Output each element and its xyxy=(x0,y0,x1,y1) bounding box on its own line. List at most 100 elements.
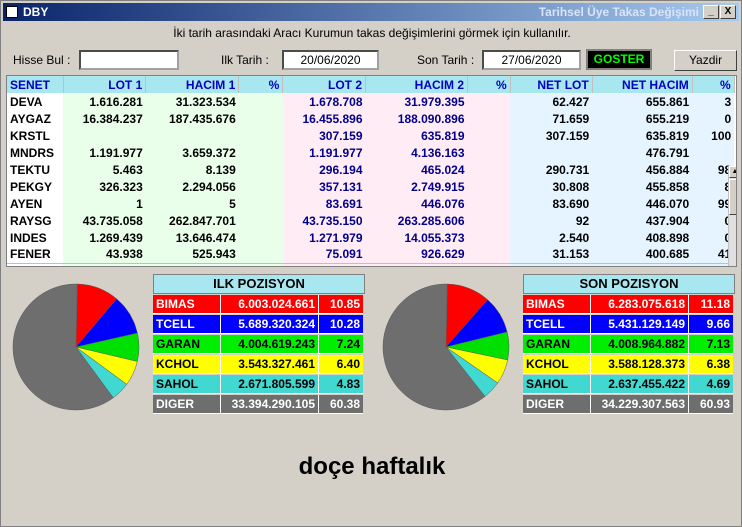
minimize-button[interactable]: _ xyxy=(703,5,719,19)
table-cell: 43.735.058 xyxy=(63,212,146,229)
position-pct: 60.93 xyxy=(689,395,733,414)
table-cell: TEKTU xyxy=(10,162,50,177)
scroll-up-arrow-icon[interactable]: ▲ xyxy=(729,166,736,178)
table-cell: 43.938 xyxy=(63,246,146,263)
close-button[interactable]: X xyxy=(720,5,736,19)
table-cell: 400.685 xyxy=(592,246,693,263)
position-name: BIMAS xyxy=(523,295,591,314)
table-cell xyxy=(692,144,735,161)
ilk-tarih-input[interactable]: 20/06/2020 xyxy=(282,50,379,70)
position-value: 6.283.075.618 xyxy=(591,295,689,314)
title-bar: DBY Tarihsel Üye Takas Değişimi _ X xyxy=(3,3,739,21)
yazdir-button[interactable]: Yazdir xyxy=(674,50,737,71)
table-row[interactable]: MNDRS 1.191.977 3.659.372 1.191.977 4.136.16… xyxy=(7,144,735,161)
takas-table: SENET LOT 1 HACIM 1 % LOT 2 HACIM 2 % NE… xyxy=(6,75,737,267)
col-header-netlot[interactable]: NET LOT xyxy=(510,76,593,93)
position-pct: 11.18 xyxy=(689,295,733,314)
table-cell: 1.678.708 xyxy=(282,93,366,110)
table-cell: 43.735.150 xyxy=(282,212,366,229)
table-row[interactable]: DEVA 1.616.281 31.323.534 1.678.708 31.979.3… xyxy=(7,93,735,110)
position-value: 3.543.327.461 xyxy=(221,355,319,374)
position-name: DIGER xyxy=(523,395,591,414)
table-cell: 456.884 xyxy=(592,161,693,178)
son-pozisyon-table: BIMAS 6.283.075.618 11.18 TCELL 5.431.129.14… xyxy=(523,294,733,415)
table-cell xyxy=(467,93,511,110)
table-row[interactable]: RAYSG 43.735.058 262.847.701 43.735.150 263.… xyxy=(7,212,735,229)
position-name: KCHOL xyxy=(523,355,591,374)
table-cell: 455.858 xyxy=(592,178,693,195)
ilk-pozisyon-table: BIMAS 6.003.024.661 10.85 TCELL 5.689.320.32… xyxy=(153,294,363,415)
position-name: SAHOL xyxy=(523,375,591,394)
position-pct: 10.85 xyxy=(319,295,363,314)
table-cell: 5 xyxy=(145,195,239,212)
position-value: 4.008.964.882 xyxy=(591,335,689,354)
table-header-row: SENET LOT 1 HACIM 1 % LOT 2 HACIM 2 % NE… xyxy=(7,76,735,93)
table-cell: 1.269.439 xyxy=(63,229,146,246)
position-row: BIMAS 6.003.024.661 10.85 xyxy=(153,295,363,314)
app-icon xyxy=(6,6,18,18)
position-value: 6.003.024.661 xyxy=(221,295,319,314)
table-cell: 307.159 xyxy=(282,127,366,144)
position-row: SAHOL 2.637.455.422 4.69 xyxy=(523,375,733,394)
table-cell: 188.090.896 xyxy=(365,110,468,127)
col-header-pct1[interactable]: % xyxy=(238,76,284,93)
position-pct: 6.38 xyxy=(689,355,733,374)
table-cell: 655.861 xyxy=(592,93,693,110)
table-row[interactable]: PEKGY 326.323 2.294.056 357.131 2.749.915 30.… xyxy=(7,178,735,195)
position-value: 5.431.129.149 xyxy=(591,315,689,334)
table-row[interactable]: FENER 43.938 525.943 75.091 926.629 31.153 400… xyxy=(7,246,735,263)
table-row[interactable]: KRSTL 307.159 635.819 307.159 635.819 100 xyxy=(7,127,735,144)
col-header-hacim1[interactable]: HACIM 1 xyxy=(145,76,240,93)
table-cell: 16.384.237 xyxy=(63,110,146,127)
hisse-search-input[interactable] xyxy=(79,50,179,70)
table-cell: 62.427 xyxy=(510,93,593,110)
position-name: SAHOL xyxy=(153,375,221,394)
table-cell xyxy=(467,127,511,144)
table-cell: 0 xyxy=(692,110,735,127)
table-cell: AYGAZ xyxy=(10,111,51,126)
table-cell: MNDRS xyxy=(10,145,54,160)
son-tarih-input[interactable]: 27/06/2020 xyxy=(482,50,581,70)
table-cell: 446.076 xyxy=(365,195,468,212)
table-cell: PEKGY xyxy=(10,179,53,194)
goster-button[interactable]: GOSTER xyxy=(586,49,652,70)
table-row[interactable]: AYGAZ 16.384.237 187.435.676 16.455.896 188.… xyxy=(7,110,735,127)
table-cell: 476.791 xyxy=(592,144,693,161)
col-header-pct3[interactable]: % xyxy=(692,76,735,93)
col-header-hacim2[interactable]: HACIM 2 xyxy=(365,76,468,93)
table-cell: 8.139 xyxy=(145,161,239,178)
son-pozisyon-pie xyxy=(382,283,510,411)
table-row[interactable]: AYEN 1 5 83.691 446.076 83.690 446.070 99 xyxy=(7,195,735,212)
table-cell: 100 xyxy=(692,127,735,144)
table-cell xyxy=(238,195,283,212)
table-cell xyxy=(238,127,283,144)
table-row[interactable]: INDES 1.269.439 13.646.474 1.271.979 14.055.… xyxy=(7,229,735,246)
table-cell: RAYSG xyxy=(10,213,52,228)
table-cell: FENER xyxy=(10,247,51,262)
col-header-lot1[interactable]: LOT 1 xyxy=(63,76,147,93)
table-cell xyxy=(238,110,283,127)
col-header-lot2[interactable]: LOT 2 xyxy=(282,76,366,93)
table-row[interactable]: TEKTU 5.463 8.139 296.194 465.024 290.731 456.… xyxy=(7,161,735,178)
hisse-label: Hisse Bul : xyxy=(13,53,71,67)
table-scrollbar[interactable]: ▲ ▼ xyxy=(728,166,736,266)
table-cell xyxy=(467,144,511,161)
position-name: DIGER xyxy=(153,395,221,414)
table-cell: INDES xyxy=(10,230,47,245)
col-header-senet[interactable]: SENET xyxy=(7,76,64,93)
position-value: 5.689.320.324 xyxy=(221,315,319,334)
total-cell xyxy=(510,262,593,266)
table-cell xyxy=(238,246,283,263)
col-header-nethacim[interactable]: NET HACIM xyxy=(592,76,693,93)
position-name: BIMAS xyxy=(153,295,221,314)
table-cell xyxy=(467,246,511,263)
scroll-thumb[interactable] xyxy=(729,179,736,215)
total-cell: 100,00 xyxy=(238,262,283,266)
position-name: GARAN xyxy=(523,335,591,354)
son-pozisyon-title: SON POZISYON xyxy=(523,274,735,294)
table-cell: KRSTL xyxy=(10,128,50,143)
position-name: KCHOL xyxy=(153,355,221,374)
position-value: 34.229.307.563 xyxy=(591,395,689,414)
position-value: 4.004.619.243 xyxy=(221,335,319,354)
col-header-pct2[interactable]: % xyxy=(467,76,511,93)
